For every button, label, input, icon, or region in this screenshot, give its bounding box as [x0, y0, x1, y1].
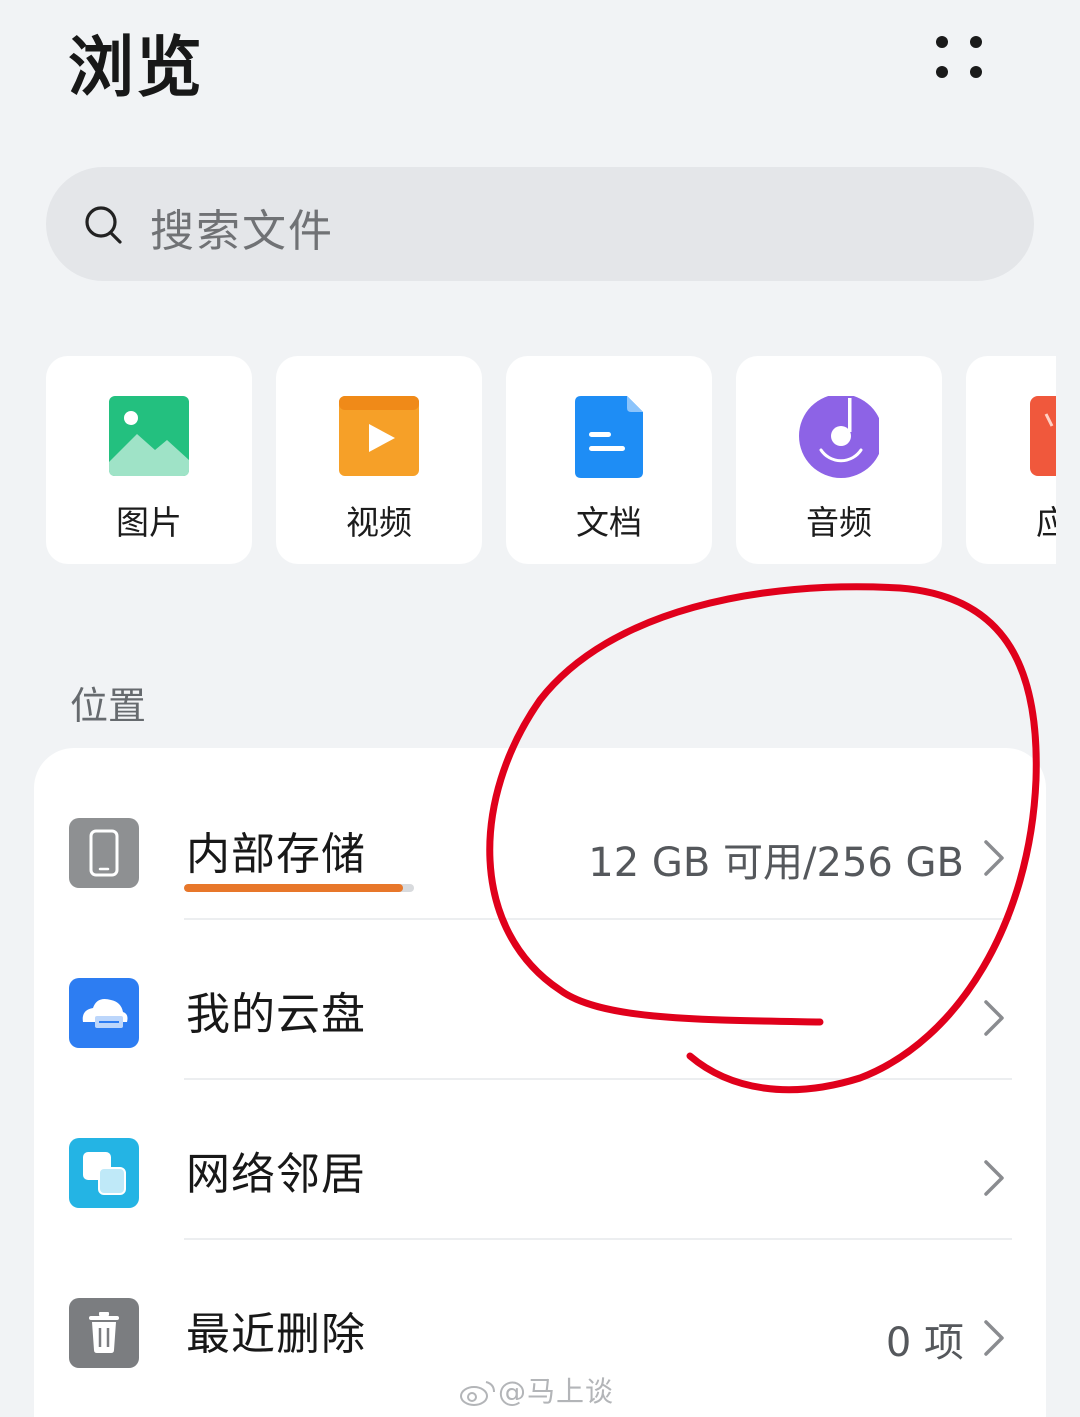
storage-capacity-value: 12 GB 可用/256 GB — [588, 840, 964, 886]
more-dots-icon — [936, 36, 948, 48]
deleted-count-value: 0 项 — [885, 1320, 964, 1366]
category-label: 视频 — [346, 503, 412, 542]
image-icon — [109, 396, 189, 476]
page-title: 浏览 — [68, 29, 204, 106]
search-input[interactable]: 搜索文件 — [150, 195, 334, 259]
app-icon — [1030, 396, 1056, 476]
video-icon — [339, 396, 419, 476]
watermark-text: @马上谈 — [498, 1375, 615, 1408]
category-apps[interactable]: 应 — [966, 356, 1056, 564]
category-images[interactable]: 图片 — [46, 356, 252, 564]
search-icon — [85, 206, 122, 244]
section-title-locations: 位置 — [70, 684, 147, 728]
location-label: 网络邻居 — [186, 1149, 366, 1200]
storage-usage-fill — [184, 884, 404, 892]
watermark: @马上谈 — [458, 1370, 614, 1410]
locations-list: 内部存储 12 GB 可用/256 GB 我的云盘 网络邻居 最近删除 0 项 — [34, 748, 1046, 1417]
location-label: 最近删除 — [186, 1309, 366, 1360]
weibo-icon — [460, 1381, 495, 1406]
phone-icon — [69, 818, 139, 888]
storage-usage-bar — [184, 884, 414, 892]
chevron-right-icon — [984, 1320, 1004, 1356]
document-icon — [575, 396, 643, 478]
chevron-right-icon — [984, 840, 1004, 876]
cloud-drive-icon — [69, 978, 139, 1048]
location-network-neighbor[interactable]: 网络邻居 — [34, 1080, 1046, 1240]
category-label: 图片 — [116, 503, 182, 542]
more-options-button[interactable] — [926, 26, 992, 86]
audio-icon — [799, 396, 879, 478]
category-label: 应 — [1036, 503, 1056, 542]
chevron-right-icon — [984, 1000, 1004, 1036]
location-internal-storage[interactable]: 内部存储 12 GB 可用/256 GB — [34, 760, 1046, 920]
network-neighbor-icon — [69, 1138, 139, 1208]
category-strip: 图片 视频 文档 音频 应 — [46, 356, 1056, 566]
category-videos[interactable]: 视频 — [276, 356, 482, 564]
location-cloud-drive[interactable]: 我的云盘 — [34, 920, 1046, 1080]
location-label: 我的云盘 — [186, 989, 366, 1040]
chevron-right-icon — [984, 1160, 1004, 1196]
trash-icon — [69, 1298, 139, 1368]
category-label: 文档 — [576, 503, 642, 542]
category-audio[interactable]: 音频 — [736, 356, 942, 564]
category-label: 音频 — [806, 503, 872, 542]
location-label: 内部存储 — [186, 829, 366, 880]
category-documents[interactable]: 文档 — [506, 356, 712, 564]
